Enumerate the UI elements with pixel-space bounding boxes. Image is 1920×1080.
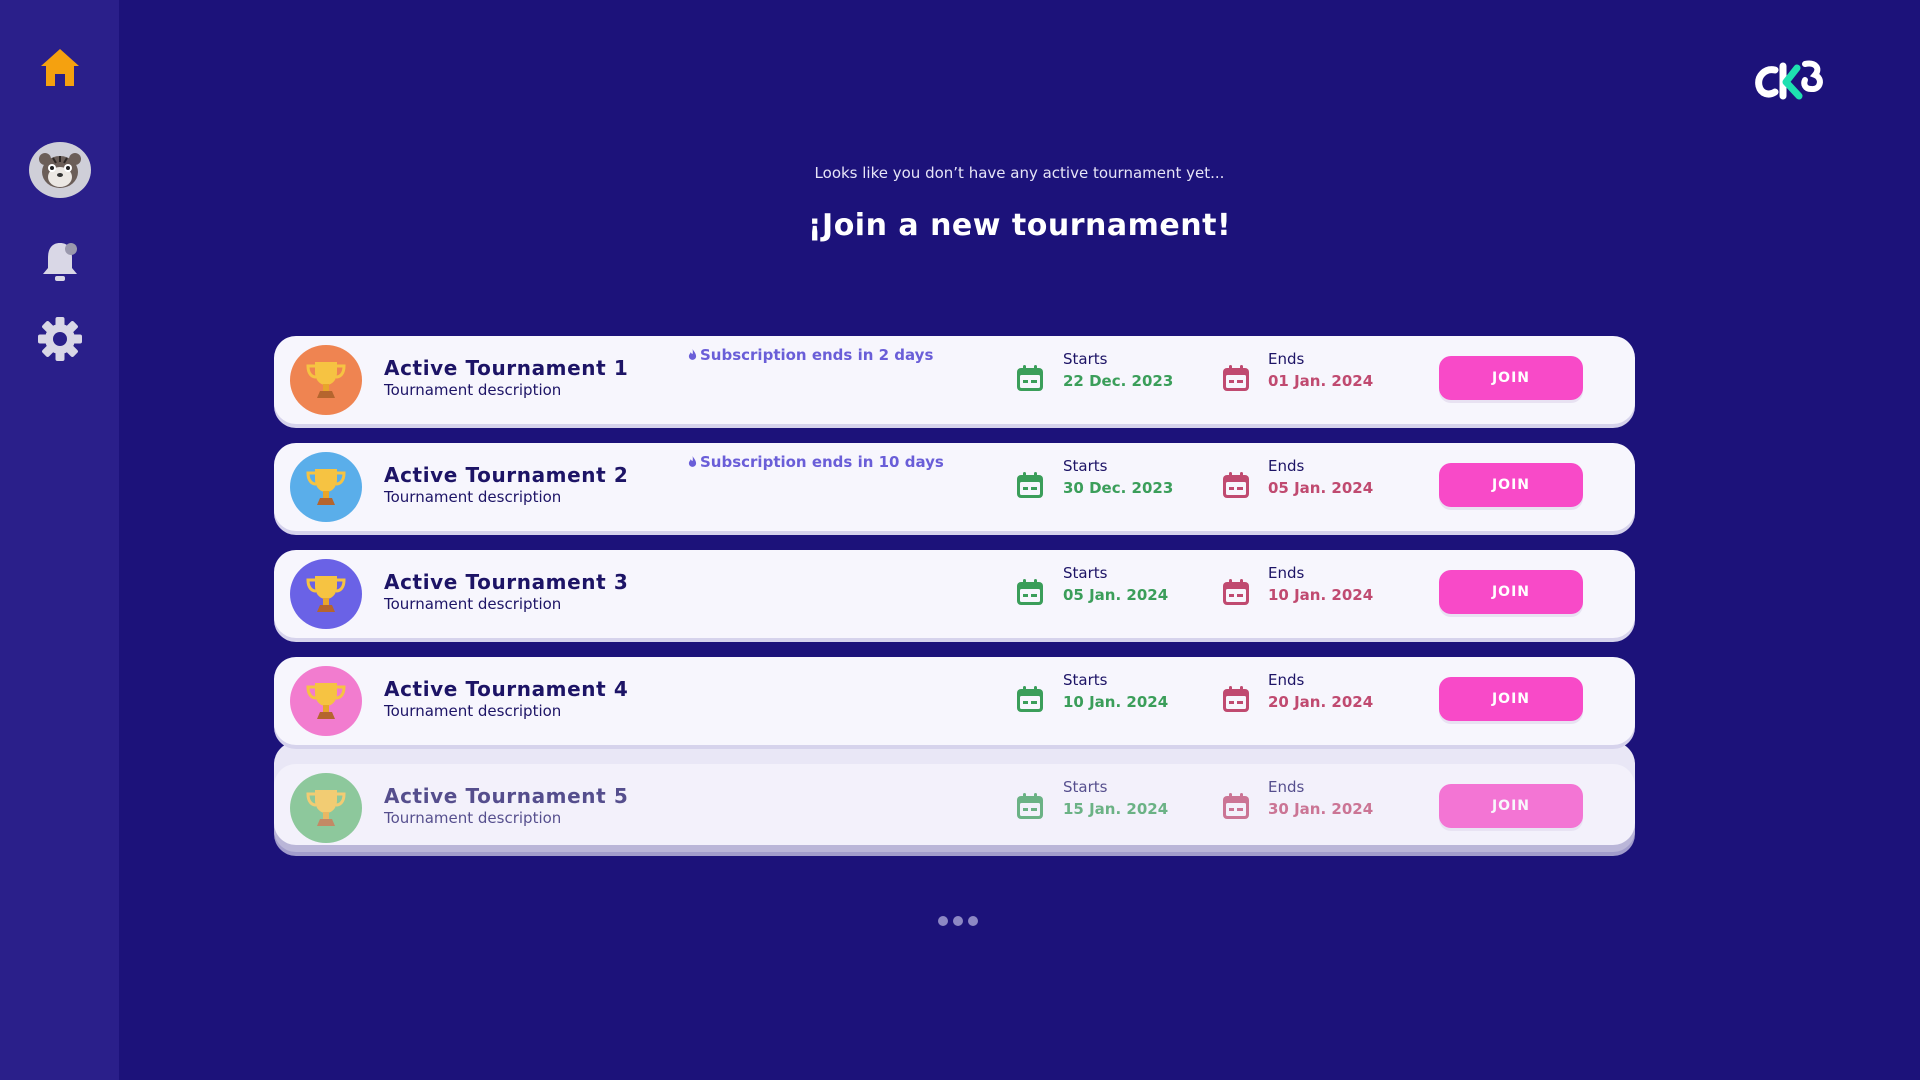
join-button[interactable]: JOIN [1439, 570, 1583, 614]
flame-icon [688, 453, 697, 471]
end-date: 10 Jan. 2024 [1268, 586, 1374, 604]
ck-logo-icon [1755, 60, 1823, 100]
tournament-title: Active Tournament 1 [384, 356, 629, 380]
calendar-end-icon [1221, 470, 1251, 500]
calendar-start-icon [1015, 577, 1045, 607]
page-dot[interactable] [938, 916, 948, 926]
ends-label: Ends [1268, 457, 1305, 475]
tournament-description: Tournament description [384, 488, 562, 506]
subscription-note-text: Subscription ends in 2 days [700, 346, 934, 364]
end-date: 05 Jan. 2024 [1268, 479, 1374, 497]
end-date: 01 Jan. 2024 [1268, 372, 1374, 390]
tournament-title: Active Tournament 5 [384, 784, 629, 808]
end-date: 20 Jan. 2024 [1268, 693, 1374, 711]
start-date: 22 Dec. 2023 [1063, 372, 1174, 390]
page-dot[interactable] [953, 916, 963, 926]
end-date: 30 Jan. 2024 [1268, 800, 1374, 818]
ends-label: Ends [1268, 778, 1305, 796]
start-date: 30 Dec. 2023 [1063, 479, 1174, 497]
calendar-end-icon [1221, 684, 1251, 714]
join-button[interactable]: JOIN [1439, 784, 1583, 828]
notifications-button[interactable] [0, 238, 119, 286]
tournament-title: Active Tournament 2 [384, 463, 629, 487]
start-date: 10 Jan. 2024 [1063, 693, 1169, 711]
subscription-note: Subscription ends in 2 days [688, 346, 933, 364]
ends-label: Ends [1268, 671, 1305, 689]
calendar-end-icon [1221, 363, 1251, 393]
settings-button[interactable] [0, 316, 119, 362]
trophy-icon [290, 666, 362, 736]
tiger-avatar-icon [28, 142, 91, 198]
trophy-icon [290, 452, 362, 522]
ends-label: Ends [1268, 350, 1305, 368]
tournament-card[interactable]: Active Tournament 3 Tournament descriptio… [274, 550, 1635, 638]
flame-icon [688, 346, 697, 364]
subscription-note: Subscription ends in 10 days [688, 453, 944, 471]
profile-button[interactable] [0, 142, 119, 198]
tournament-description: Tournament description [384, 702, 562, 720]
calendar-start-icon [1015, 684, 1045, 714]
starts-label: Starts [1063, 671, 1108, 689]
tournament-title: Active Tournament 3 [384, 570, 629, 594]
trophy-icon [290, 773, 362, 843]
join-button[interactable]: JOIN [1439, 463, 1583, 507]
calendar-end-icon [1221, 577, 1251, 607]
tournament-description: Tournament description [384, 381, 562, 399]
tournament-card[interactable]: Active Tournament 2 Tournament descriptio… [274, 443, 1635, 531]
page-title: ¡Join a new tournament! [807, 208, 1232, 243]
tournament-title: Active Tournament 4 [384, 677, 629, 701]
home-button[interactable] [0, 46, 119, 90]
empty-state-subtitle: Looks like you don’t have any active tou… [814, 164, 1225, 182]
page-dot[interactable] [968, 916, 978, 926]
ends-label: Ends [1268, 564, 1305, 582]
calendar-start-icon [1015, 470, 1045, 500]
start-date: 15 Jan. 2024 [1063, 800, 1169, 818]
tournament-card[interactable]: Active Tournament 4 Tournament descriptio… [274, 657, 1635, 745]
starts-label: Starts [1063, 564, 1108, 582]
calendar-start-icon [1015, 791, 1045, 821]
trophy-icon [290, 559, 362, 629]
bell-icon [42, 243, 77, 281]
sidebar [0, 0, 119, 1080]
tournament-description: Tournament description [384, 809, 562, 827]
tournament-card[interactable]: Active Tournament 1 Tournament descriptio… [274, 336, 1635, 424]
trophy-icon [290, 345, 362, 415]
pagination [938, 916, 978, 926]
start-date: 05 Jan. 2024 [1063, 586, 1169, 604]
join-button[interactable]: JOIN [1439, 677, 1583, 721]
subscription-note-text: Subscription ends in 10 days [700, 453, 944, 471]
gear-icon [37, 317, 82, 361]
home-icon [40, 49, 79, 86]
starts-label: Starts [1063, 778, 1108, 796]
calendar-start-icon [1015, 363, 1045, 393]
join-button[interactable]: JOIN [1439, 356, 1583, 400]
starts-label: Starts [1063, 457, 1108, 475]
calendar-end-icon [1221, 791, 1251, 821]
tournament-card[interactable]: Active Tournament 5 Tournament descriptio… [274, 764, 1635, 852]
tournament-description: Tournament description [384, 595, 562, 613]
starts-label: Starts [1063, 350, 1108, 368]
